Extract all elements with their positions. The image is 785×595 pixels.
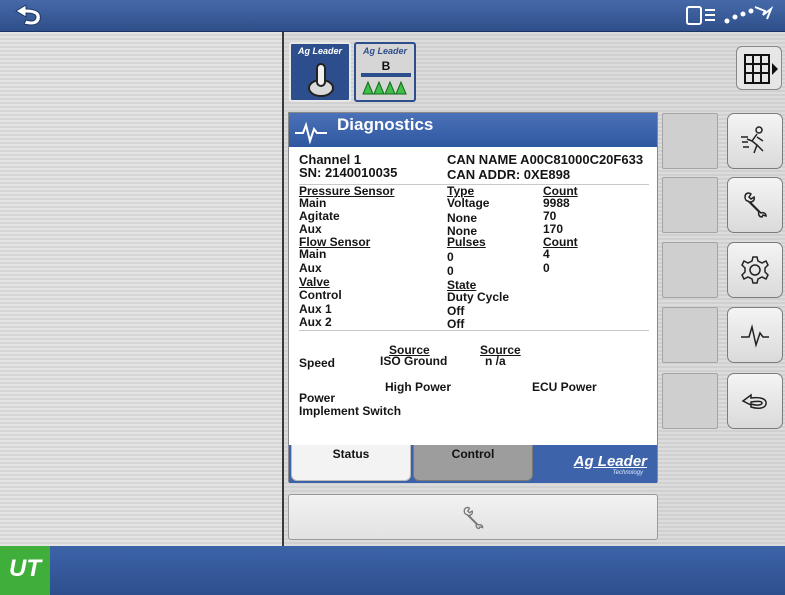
tab-bar: Status Control Ag Leader Technology: [289, 445, 657, 483]
can-address: CAN ADDR: 0XE898: [447, 167, 571, 182]
speed-label: Speed: [299, 356, 336, 370]
return-icon: [741, 393, 767, 409]
ag-leader-logo: Ag Leader: [573, 453, 647, 470]
flow-row-pulses: 0: [447, 250, 454, 264]
flow-row-label: Aux: [299, 261, 322, 275]
flow-row-count: 4: [543, 247, 550, 261]
tab-control-label: Control: [451, 447, 495, 461]
valve-row-label: Control: [299, 288, 342, 302]
valve-row-state: Off: [447, 317, 465, 331]
valve-header: Valve: [299, 275, 330, 289]
module-brand: Ag Leader: [297, 46, 342, 56]
ecu-power-label: ECU Power: [532, 380, 597, 394]
pressure-row-label: Main: [299, 196, 327, 210]
flow-row-pulses: 0: [447, 264, 454, 278]
speed-source-value: n /a: [485, 354, 506, 368]
pulse-icon: [741, 324, 769, 348]
implement-switch-label: Implement Switch: [299, 404, 402, 418]
pulse-icon: [295, 121, 327, 145]
sprayer-boom-icon: B: [361, 59, 411, 95]
ut-logo-text: UT: [9, 555, 41, 582]
grid-menu-button[interactable]: [736, 46, 782, 90]
panel-header: Diagnostics: [289, 113, 657, 147]
valve-row-state: Duty Cycle: [447, 290, 510, 304]
pressure-row-type: None: [447, 211, 477, 225]
status-icons: [685, 3, 777, 29]
pressure-row-label: Agitate: [299, 209, 340, 223]
empty-slot: [662, 113, 718, 169]
boom-label: B: [382, 59, 391, 73]
back-arrow-icon[interactable]: [6, 2, 48, 30]
toggle-switch-icon: [308, 63, 334, 97]
empty-slot: [662, 242, 718, 298]
flow-row-label: Main: [299, 247, 327, 261]
return-button[interactable]: [727, 373, 783, 429]
ag-leader-logo-sub: Technology: [612, 470, 643, 476]
pressure-row-count: 170: [543, 222, 564, 236]
pressure-row-count: 70: [543, 209, 557, 223]
panel-title: Diagnostics: [337, 115, 434, 134]
ut-logo[interactable]: UT: [0, 546, 50, 595]
tools-button[interactable]: [727, 177, 783, 233]
module-tab-sprayer[interactable]: Ag Leader B: [354, 42, 416, 102]
empty-slot: [662, 373, 718, 429]
left-panel: [0, 32, 282, 546]
divider: [299, 330, 649, 331]
run-diagnostic-button[interactable]: [727, 113, 783, 169]
running-person-icon: [741, 126, 764, 154]
flow-pulses-header: Pulses: [447, 235, 486, 249]
power-label: Power: [299, 391, 336, 405]
module-brand: Ag Leader: [362, 46, 407, 56]
serial-number: SN: 2140010035: [299, 165, 398, 180]
tab-control[interactable]: Control: [413, 445, 533, 481]
valve-row-label: Aux 2: [299, 315, 332, 329]
pressure-row-type: Voltage: [447, 196, 490, 210]
flow-row-count: 0: [543, 261, 550, 275]
wrench-icon: [744, 192, 767, 218]
valve-row-label: Aux 1: [299, 302, 332, 316]
pressure-row-label: Aux: [299, 222, 322, 236]
settings-button[interactable]: [727, 242, 783, 298]
signal-icon: [724, 6, 774, 24]
display-status-icon: [686, 6, 715, 25]
top-bar: [0, 0, 785, 32]
valve-row-state: Off: [447, 304, 465, 318]
gear-icon: [741, 256, 769, 284]
wrench-icon: [463, 506, 484, 530]
diagnostics-panel: Diagnostics Channel 1 SN: 2140010035 CAN…: [288, 112, 658, 483]
tab-status[interactable]: Status: [291, 445, 411, 481]
module-tab-switch[interactable]: Ag Leader: [289, 42, 351, 102]
bottom-bar: [0, 546, 785, 595]
tab-status-label: Status: [332, 447, 370, 461]
wrench-tool-bar[interactable]: [288, 494, 658, 540]
grid-menu-icon: [744, 54, 778, 84]
diagnostics-button[interactable]: [727, 307, 783, 363]
empty-slot: [662, 177, 718, 233]
can-name: CAN NAME A00C81000C20F633: [447, 152, 644, 167]
high-power-label: High Power: [385, 380, 452, 394]
empty-slot: [662, 307, 718, 363]
pressure-row-count: 9988: [543, 196, 570, 210]
speed-source-value: ISO Ground: [380, 354, 448, 368]
